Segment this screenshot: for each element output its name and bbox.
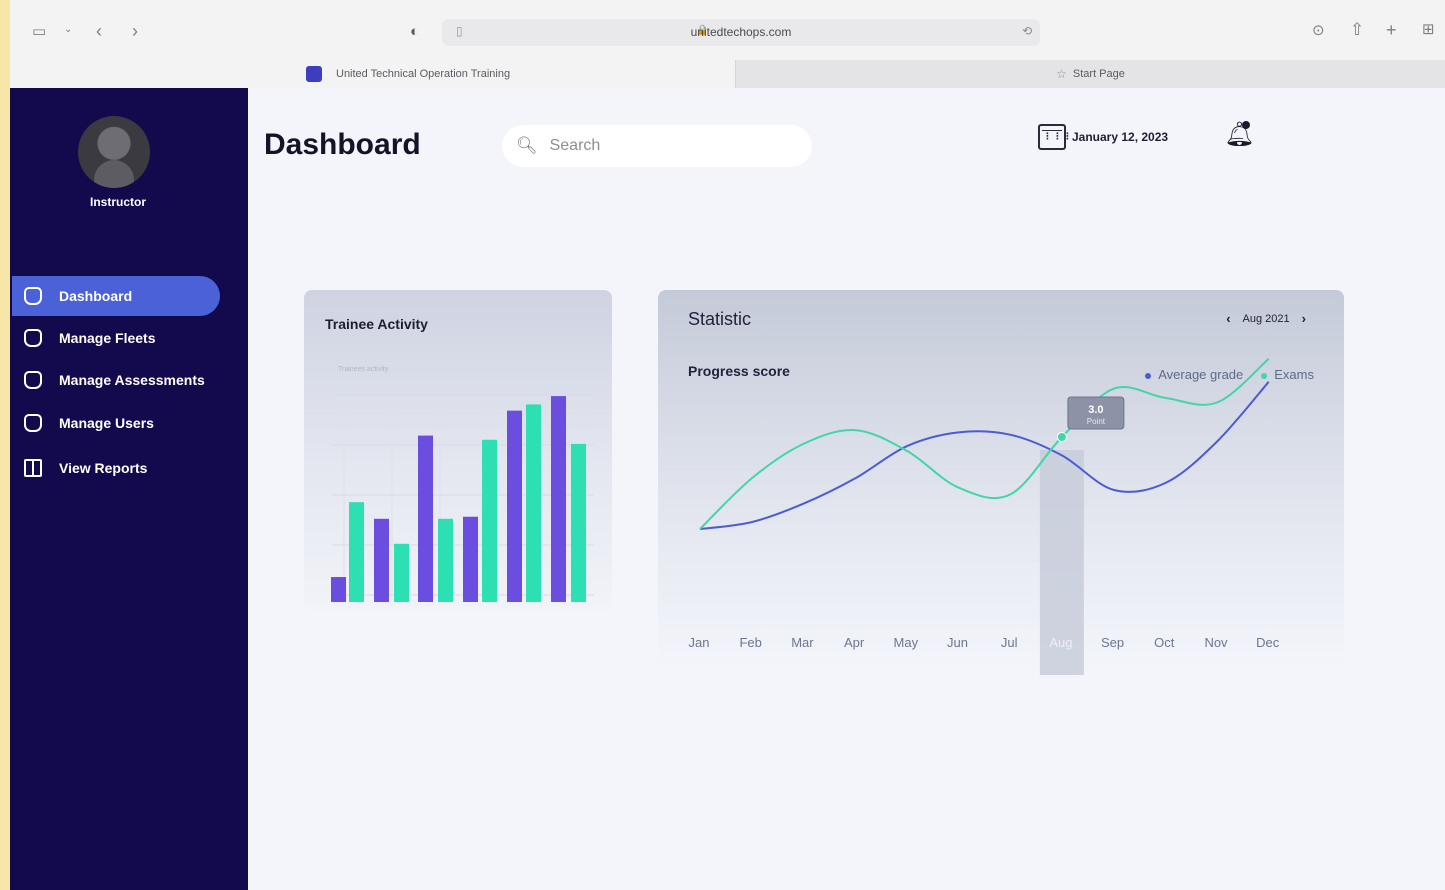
bar-teal[interactable] (394, 543, 409, 602)
sidebar-item-label: Manage Users (59, 415, 154, 431)
browser-chrome: ▭ ⌄ ‹ › ◐ ▯ 🔒 unitedtechops.com ⟲ ⊙ ⇧ + … (10, 0, 1445, 88)
trainee-activity-chart (331, 385, 594, 602)
chart-tooltip: 3.0Point (1067, 396, 1125, 430)
x-tick-label: Jun (947, 635, 968, 650)
bar-teal[interactable] (349, 502, 364, 602)
url-text: unitedtechops.com (690, 25, 792, 39)
statistic-card: Statistic ‹ Aug 2021 › Progress score Av… (658, 290, 1344, 675)
calendar-icon (1038, 124, 1073, 150)
sidebar-item-view-reports[interactable]: View Reports (12, 448, 220, 488)
x-tick-label: Apr (844, 635, 865, 650)
bar-purple[interactable] (374, 518, 389, 602)
star-icon: ☆ (1056, 67, 1067, 81)
x-tick-label: Nov (1204, 635, 1228, 650)
bar-teal[interactable] (526, 404, 541, 602)
browser-toolbar: ▭ ⌄ ‹ › ◐ ▯ 🔒 unitedtechops.com ⟲ ⊙ ⇧ + … (10, 0, 1445, 60)
notification-dot (1242, 121, 1250, 129)
search-icon: 🔍︎ (516, 136, 538, 155)
x-tick-label: Mar (791, 635, 814, 650)
book-icon (24, 459, 42, 477)
bar-teal[interactable] (571, 443, 586, 602)
tab-overview-icon[interactable]: ⊞ (1422, 22, 1435, 37)
tooltip-value: 3.0 (1088, 404, 1103, 416)
sidebar-item-label: Manage Fleets (59, 330, 156, 346)
back-icon[interactable]: ‹ (96, 22, 102, 40)
home-icon (24, 371, 42, 389)
bar-purple[interactable] (418, 435, 433, 602)
sidebar-item-dashboard[interactable]: Dashboard (12, 276, 220, 316)
privacy-shield-icon[interactable]: ◐ (410, 24, 419, 39)
bar-purple[interactable] (507, 410, 522, 602)
home-icon (24, 287, 42, 305)
progress-score-chart: 3.0Point Jan Feb Mar Apr May Jun Jul Aug Sep Oct No… (686, 358, 1316, 675)
tab-start-page[interactable]: ☆ Start Page (735, 60, 1445, 88)
trainee-activity-card: Trainee Activity Trainees activity (304, 290, 612, 610)
bar-purple[interactable] (331, 577, 346, 602)
bar-teal[interactable] (438, 518, 453, 602)
main-content: Dashboard 🔍︎ January 12, 2023 🔔︎ Trainee… (248, 88, 1445, 890)
bar-purple[interactable] (463, 516, 478, 602)
x-tick-label: Jul (1001, 635, 1018, 650)
x-tick-label: Feb (739, 635, 761, 650)
bar-teal[interactable] (482, 439, 497, 602)
search-input[interactable] (549, 137, 790, 155)
tab-active-label: United Technical Operation Training (336, 68, 511, 80)
reload-icon[interactable]: ⟲ (1022, 24, 1032, 38)
search-box[interactable]: 🔍︎ (502, 125, 812, 167)
sidebar-item-label: Manage Assessments (59, 372, 205, 388)
home-icon (24, 329, 42, 347)
sidebar-item-manage-fleets[interactable]: Manage Fleets (12, 318, 220, 358)
chevron-down-icon[interactable]: ⌄ (64, 25, 72, 35)
series-average-grade-line (699, 381, 1270, 530)
page-title: Dashboard (264, 128, 421, 161)
x-tick-label: Oct (1154, 635, 1175, 650)
sidebar-item-label: Dashboard (59, 288, 133, 304)
forward-icon[interactable]: › (132, 22, 138, 40)
tab-start-page-label: Start Page (1072, 68, 1125, 80)
download-icon[interactable]: ⊙ (1312, 23, 1325, 38)
home-icon (24, 414, 42, 432)
site-favicon-icon (306, 66, 322, 82)
sidebar-item-manage-users[interactable]: Manage Users (12, 403, 220, 443)
x-tick-label: Jan (689, 635, 710, 650)
series-exams-line (699, 358, 1270, 530)
x-tick-label: Aug (1049, 635, 1072, 650)
date-text: January 12, 2023 (1072, 130, 1169, 144)
share-icon[interactable]: ⇧ (1350, 21, 1364, 38)
x-tick-label: Sep (1101, 635, 1124, 650)
user-role: Instructor (89, 195, 146, 209)
address-bar[interactable]: ▯ 🔒 unitedtechops.com ⟲ (442, 19, 1040, 46)
sidebar-toggle-icon[interactable]: ▭ (32, 24, 46, 39)
new-tab-icon[interactable]: + (1386, 21, 1397, 39)
sidebar-item-label: View Reports (59, 460, 148, 476)
date-display[interactable]: January 12, 2023 (1038, 124, 1168, 150)
x-tick-label: May (894, 635, 919, 650)
x-tick-label: Dec (1256, 635, 1280, 650)
sidebar: Instructor Dashboard Manage Fleets Manag… (10, 88, 248, 890)
sidebar-item-manage-assessments[interactable]: Manage Assessments (12, 360, 248, 400)
bar-purple[interactable] (551, 396, 566, 602)
highlight-point[interactable] (1056, 432, 1067, 442)
avatar[interactable] (78, 116, 150, 188)
tab-active[interactable]: United Technical Operation Training (10, 60, 735, 88)
tooltip-label: Point (1087, 417, 1106, 426)
